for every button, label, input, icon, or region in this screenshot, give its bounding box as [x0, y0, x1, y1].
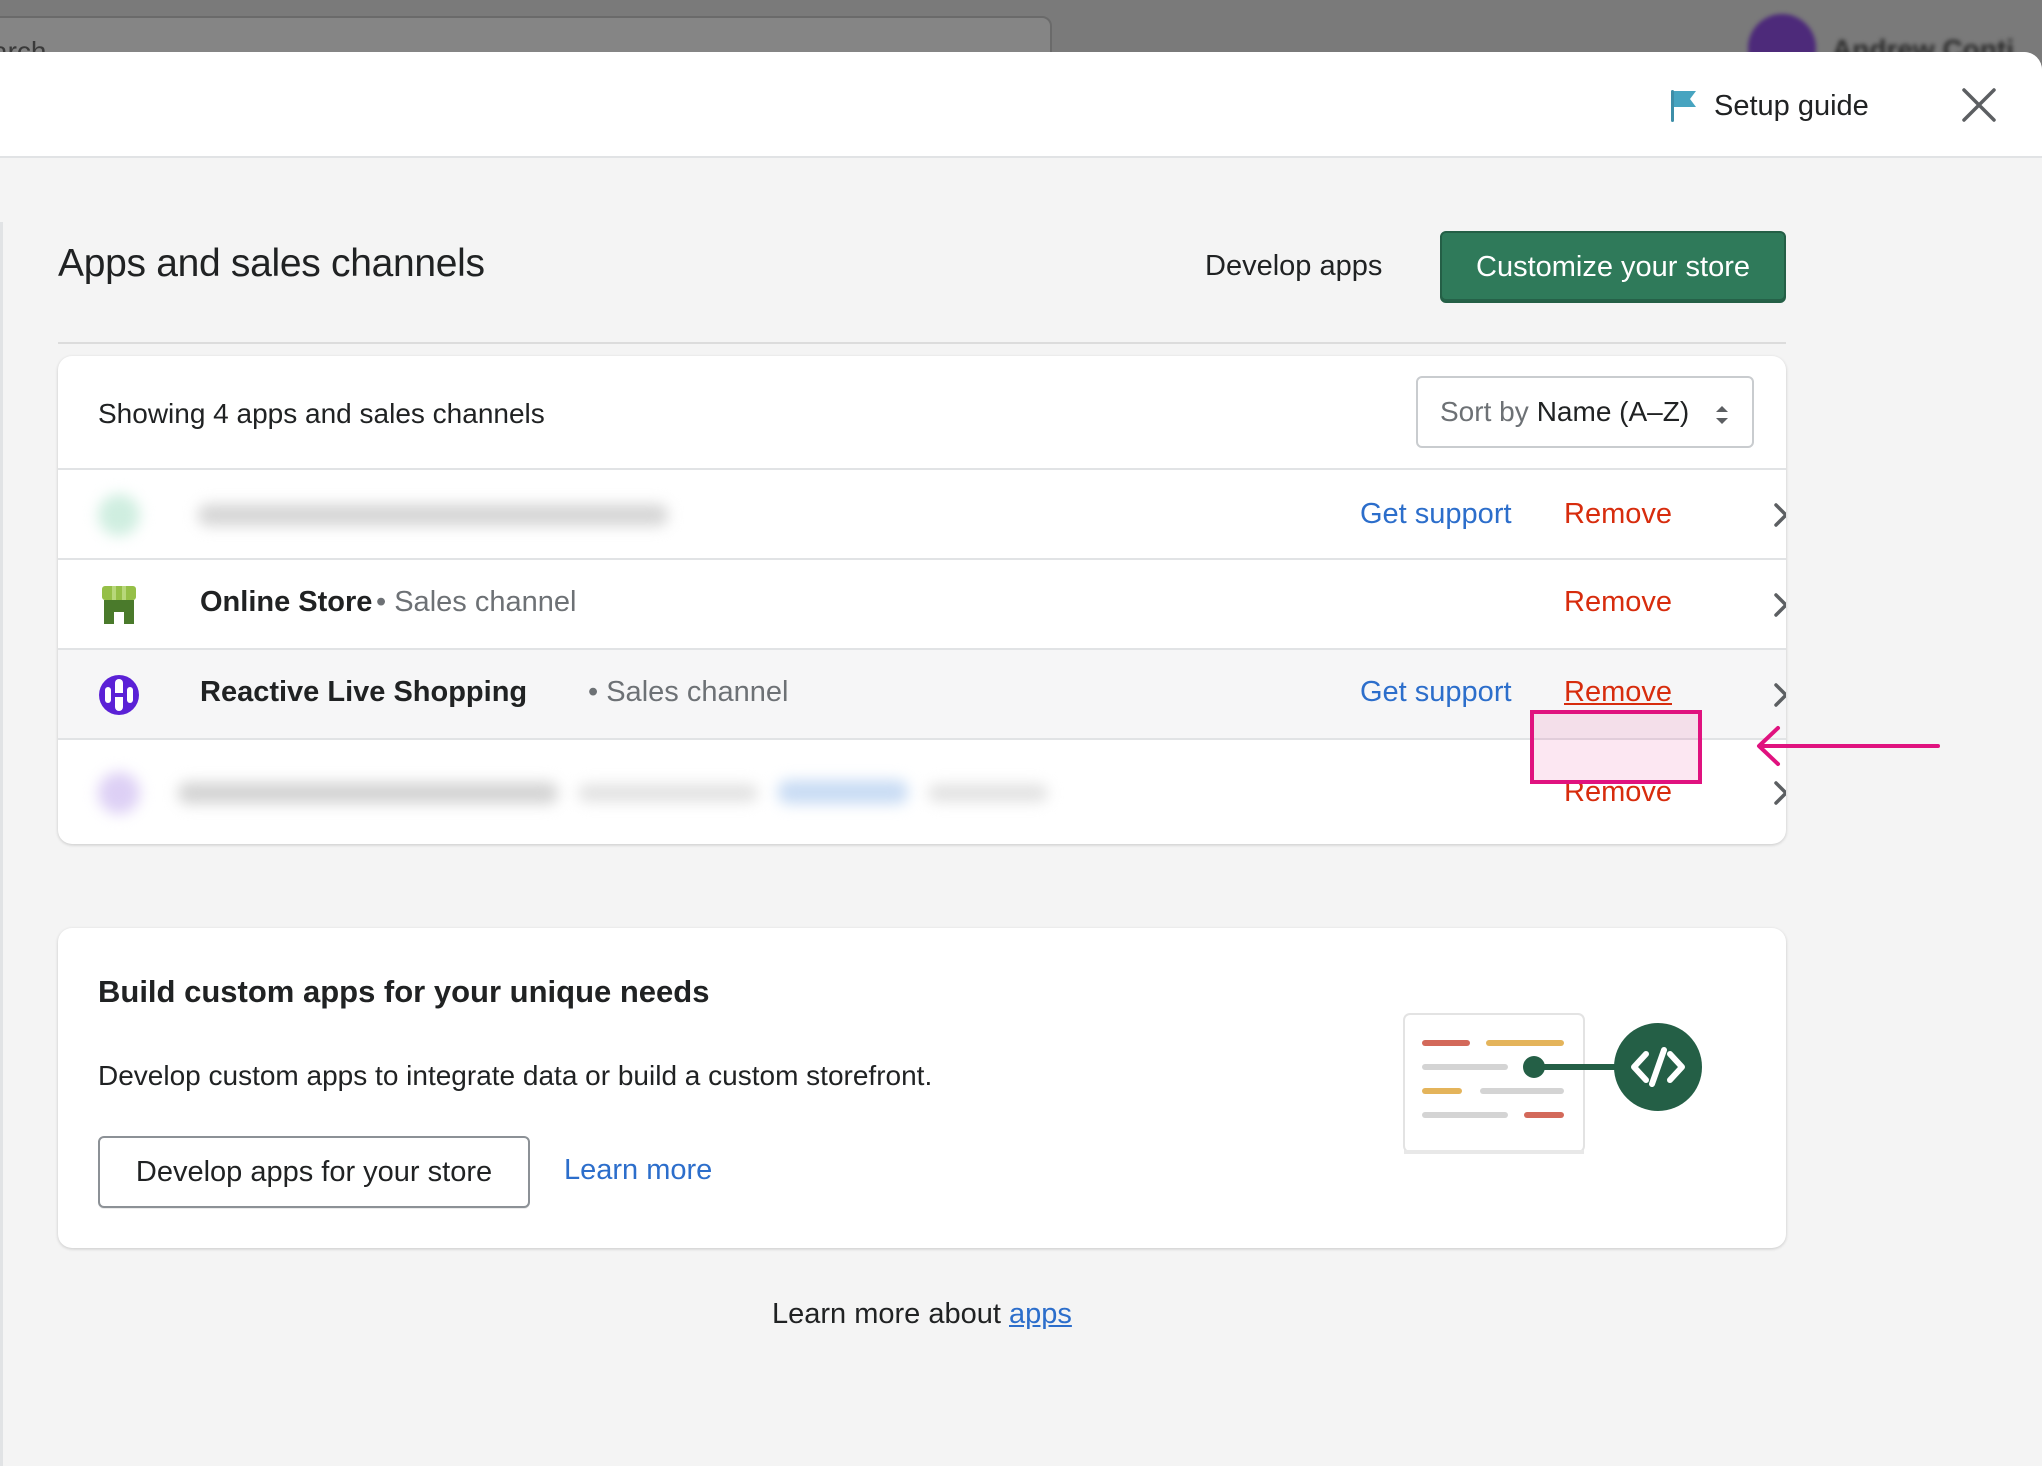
custom-code-illustration-icon	[1403, 1013, 1702, 1154]
app-icon	[98, 772, 140, 814]
app-row-online-store[interactable]: Online Store • Sales channel Remove	[58, 560, 1786, 650]
sort-value: Name (A–Z)	[1536, 396, 1690, 427]
chevron-right-icon[interactable]	[1770, 680, 1786, 710]
app-type-redacted	[578, 784, 758, 802]
app-type: • Sales channel	[588, 676, 789, 708]
app-type-label: Sales channel	[606, 676, 789, 708]
chevron-right-icon[interactable]	[1770, 778, 1786, 808]
page-title: Apps and sales channels	[58, 242, 485, 285]
annotation-arrow-icon	[1757, 726, 1940, 766]
left-divider	[0, 222, 3, 1466]
live-shopping-icon	[99, 675, 139, 715]
footer-prefix: Learn more about	[772, 1298, 1001, 1330]
build-card-description: Develop custom apps to integrate data or…	[98, 1060, 933, 1091]
modal-header: Setup guide	[0, 52, 2042, 158]
app-type: • Sales channel	[376, 586, 577, 618]
sort-select[interactable]: Sort by Name (A–Z)	[1416, 376, 1754, 448]
customize-store-button[interactable]: Customize your store	[1440, 231, 1786, 303]
build-card-title: Build custom apps for your unique needs	[98, 974, 710, 1009]
app-row[interactable]: Get support Remove	[58, 470, 1786, 560]
app-badge-redacted	[778, 780, 908, 804]
title-divider	[58, 342, 1786, 344]
app-row-reactive-live-shopping[interactable]: Reactive Live Shopping • Sales channel G…	[58, 650, 1786, 740]
apps-list-header: Showing 4 apps and sales channels Sort b…	[58, 356, 1786, 470]
learn-more-link[interactable]: Learn more	[564, 1154, 712, 1187]
setup-guide-label: Setup guide	[1714, 89, 1869, 122]
app-meta-redacted	[928, 784, 1048, 802]
app-row[interactable]: Remove	[58, 740, 1786, 844]
get-support-link[interactable]: Get support	[1360, 498, 1512, 531]
app-type-label: Sales channel	[394, 586, 577, 618]
sort-prefix: Sort by	[1440, 396, 1529, 427]
showing-count: Showing 4 apps and sales channels	[98, 398, 545, 429]
footer-learn-more: Learn more about apps	[772, 1298, 1072, 1331]
app-name-redacted	[198, 504, 668, 526]
close-icon[interactable]	[1958, 84, 2000, 126]
setup-guide-button[interactable]: Setup guide	[1668, 86, 1869, 126]
remove-link[interactable]: Remove	[1564, 586, 1672, 619]
chevron-right-icon[interactable]	[1770, 590, 1786, 620]
storefront-icon	[102, 586, 136, 624]
flag-icon	[1671, 90, 1696, 122]
app-name: Reactive Live Shopping	[200, 676, 528, 708]
remove-link[interactable]: Remove	[1564, 498, 1672, 531]
apps-list-card: Showing 4 apps and sales channels Sort b…	[58, 356, 1786, 844]
footer-apps-link[interactable]: apps	[1009, 1298, 1072, 1330]
develop-apps-for-store-button[interactable]: Develop apps for your store	[98, 1136, 530, 1208]
build-custom-apps-card: Build custom apps for your unique needs …	[58, 928, 1786, 1248]
app-name-redacted	[178, 782, 558, 804]
app-icon	[98, 494, 140, 536]
select-caret-icon	[1716, 406, 1728, 424]
annotation-highlight-box	[1530, 710, 1702, 784]
develop-apps-button[interactable]: Develop apps	[1205, 250, 1382, 283]
app-name: Online Store	[200, 586, 373, 618]
chevron-right-icon[interactable]	[1770, 500, 1786, 530]
remove-link[interactable]: Remove	[1564, 676, 1672, 709]
get-support-link[interactable]: Get support	[1360, 676, 1512, 709]
